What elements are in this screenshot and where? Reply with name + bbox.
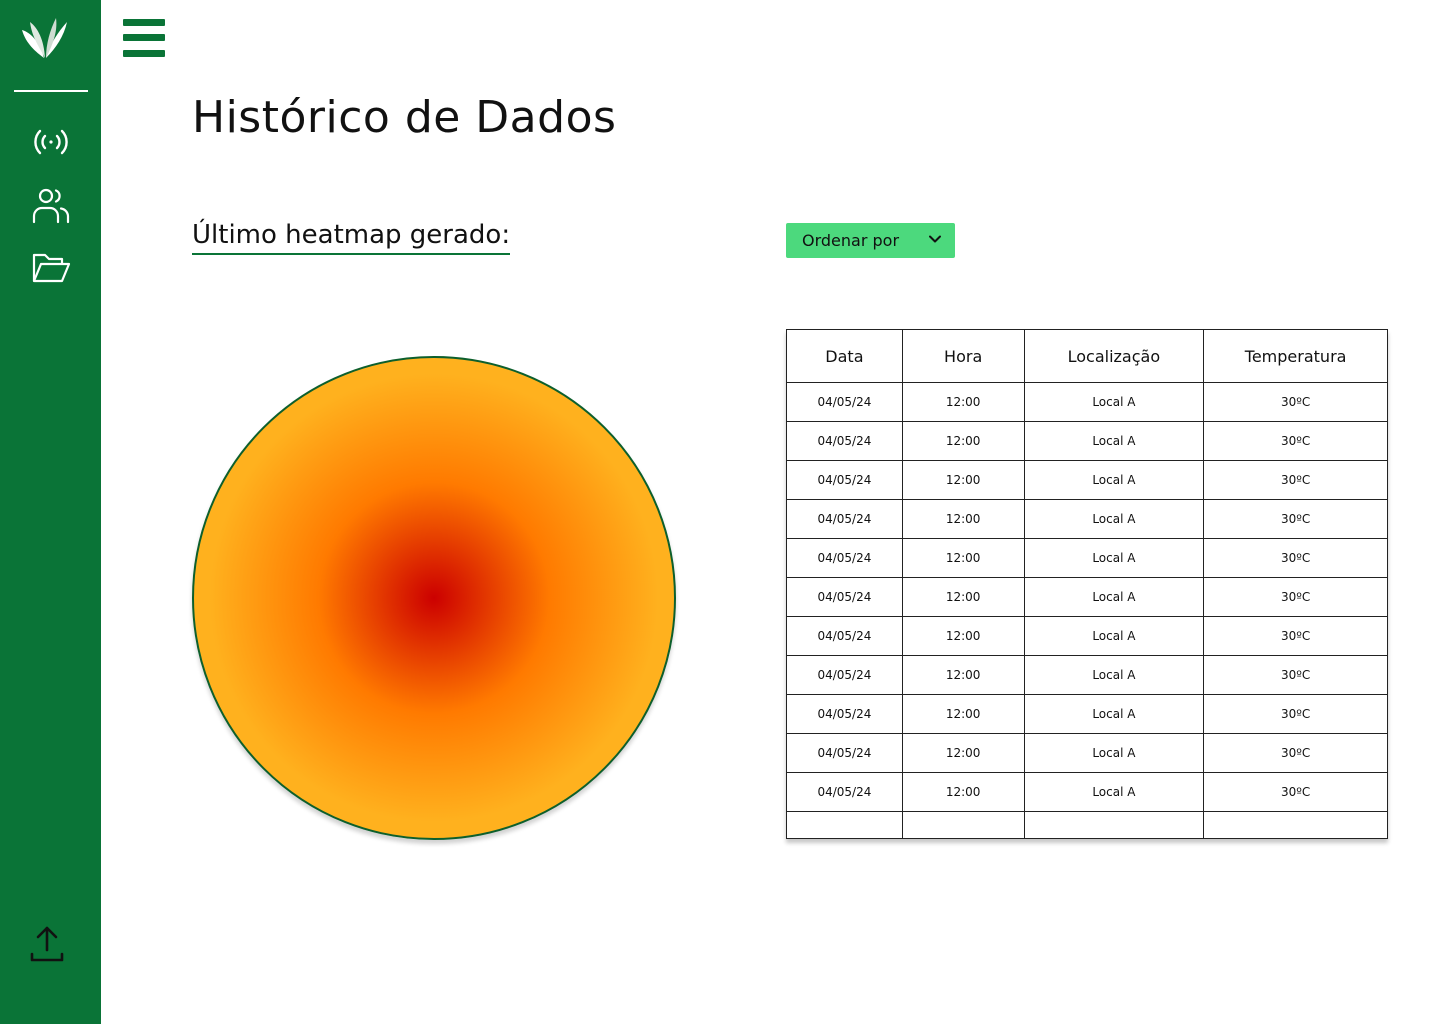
sort-dropdown-label: Ordenar por (802, 231, 900, 250)
page-title: Histórico de Dados (192, 92, 617, 143)
table-cell: 04/05/24 (786, 382, 903, 422)
heatmap-circle (192, 356, 676, 840)
column-header[interactable]: Hora (901, 329, 1025, 383)
sidebar-item-files[interactable] (28, 244, 74, 290)
table-row[interactable]: 04/05/24 12:00 Local A 30ºC (786, 499, 1388, 539)
table-cell: 12:00 (901, 499, 1025, 539)
table-cell: 12:00 (901, 694, 1025, 734)
table-cell: 30ºC (1203, 577, 1388, 617)
table-cell: 12:00 (901, 460, 1025, 500)
sidebar (0, 0, 101, 1024)
sidebar-item-sensors[interactable] (28, 119, 74, 165)
table-cell: 04/05/24 (786, 577, 903, 617)
table-cell: 04/05/24 (786, 694, 903, 734)
table-cell: 30ºC (1203, 616, 1388, 656)
table-cell: Local A (1023, 499, 1205, 539)
table-cell: 30ºC (1203, 499, 1388, 539)
table-cell: 04/05/24 (786, 655, 903, 695)
table-cell: 30ºC (1203, 772, 1388, 812)
table-row[interactable]: 04/05/24 12:00 Local A 30ºC (786, 382, 1388, 422)
table-row[interactable]: 04/05/24 12:00 Local A 30ºC (786, 616, 1388, 656)
table-cell: 30ºC (1203, 421, 1388, 461)
table-cell: 04/05/24 (786, 460, 903, 500)
table-row[interactable]: 04/05/24 12:00 Local A 30ºC (786, 460, 1388, 500)
table-row[interactable]: 04/05/24 12:00 Local A 30ºC (786, 577, 1388, 617)
table-cell: 12:00 (901, 733, 1025, 773)
table-cell (1023, 811, 1205, 839)
table-cell: 30ºC (1203, 538, 1388, 578)
users-icon (32, 188, 70, 224)
chevron-down-icon (929, 235, 941, 243)
table-cell: 30ºC (1203, 460, 1388, 500)
sidebar-item-users[interactable] (28, 182, 74, 228)
table-row[interactable]: 04/05/24 12:00 Local A 30ºC (786, 421, 1388, 461)
data-table: Data Hora Localização Temperatura 04/05/24 1… (786, 329, 1388, 839)
column-header[interactable]: Temperatura (1203, 329, 1388, 383)
sidebar-divider (14, 90, 88, 92)
leaf-logo-icon[interactable] (20, 16, 70, 60)
table-cell: 12:00 (901, 538, 1025, 578)
table-cell: 30ºC (1203, 382, 1388, 422)
folder-open-icon (32, 253, 71, 283)
heatmap-label: Último heatmap gerado: (192, 220, 511, 255)
table-cell: 04/05/24 (786, 772, 903, 812)
table-cell: 12:00 (901, 772, 1025, 812)
table-cell (786, 811, 903, 839)
table-row[interactable]: 04/05/24 12:00 Local A 30ºC (786, 538, 1388, 578)
table-cell: 12:00 (901, 421, 1025, 461)
table-cell: 12:00 (901, 382, 1025, 422)
broadcast-icon (34, 129, 68, 155)
table-cell: 12:00 (901, 616, 1025, 656)
table-cell: 30ºC (1203, 694, 1388, 734)
table-row[interactable]: 04/05/24 12:00 Local A 30ºC (786, 772, 1388, 812)
table-cell: 12:00 (901, 655, 1025, 695)
table-cell: 04/05/24 (786, 733, 903, 773)
table-header-row: Data Hora Localização Temperatura (786, 329, 1388, 383)
hamburger-menu-icon[interactable] (123, 19, 165, 57)
table-cell: Local A (1023, 655, 1205, 695)
sort-dropdown[interactable]: Ordenar por (786, 223, 955, 258)
column-header[interactable]: Data (786, 329, 903, 383)
table-cell (1203, 811, 1388, 839)
table-cell (901, 811, 1025, 839)
table-cell: 30ºC (1203, 733, 1388, 773)
table-cell: 12:00 (901, 577, 1025, 617)
table-cell: Local A (1023, 616, 1205, 656)
upload-icon[interactable] (24, 920, 70, 968)
table-row-empty (786, 811, 1388, 839)
table-cell: 04/05/24 (786, 499, 903, 539)
table-cell: 30ºC (1203, 655, 1388, 695)
table-cell: 04/05/24 (786, 616, 903, 656)
table-row[interactable]: 04/05/24 12:00 Local A 30ºC (786, 694, 1388, 734)
table-cell: Local A (1023, 772, 1205, 812)
table-cell: Local A (1023, 538, 1205, 578)
table-cell: Local A (1023, 460, 1205, 500)
table-cell: 04/05/24 (786, 538, 903, 578)
table-cell: Local A (1023, 382, 1205, 422)
table-cell: Local A (1023, 421, 1205, 461)
table-cell: Local A (1023, 577, 1205, 617)
table-row[interactable]: 04/05/24 12:00 Local A 30ºC (786, 733, 1388, 773)
column-header[interactable]: Localização (1023, 329, 1205, 383)
table-cell: Local A (1023, 733, 1205, 773)
table-row[interactable]: 04/05/24 12:00 Local A 30ºC (786, 655, 1388, 695)
table-cell: Local A (1023, 694, 1205, 734)
table-cell: 04/05/24 (786, 421, 903, 461)
